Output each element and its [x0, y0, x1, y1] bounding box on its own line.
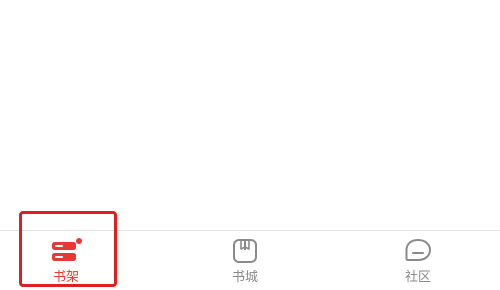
- bookshelf-icon: [52, 238, 82, 261]
- tab-bookstore[interactable]: 书城: [195, 234, 295, 290]
- open-book-icon: [233, 239, 257, 263]
- tab-bookshelf[interactable]: 书架: [16, 234, 116, 290]
- tab-community[interactable]: 社区: [368, 234, 468, 290]
- bottom-tab-bar: 书架 书城 社区: [0, 230, 500, 290]
- tab-bookshelf-label: 书架: [52, 270, 79, 285]
- tab-community-label: 社区: [404, 270, 431, 285]
- tab-bookstore-label: 书城: [231, 270, 258, 285]
- tabbar-divider: [0, 230, 500, 231]
- main-content-area: [0, 0, 500, 230]
- chat-bubble-icon: [405, 239, 431, 261]
